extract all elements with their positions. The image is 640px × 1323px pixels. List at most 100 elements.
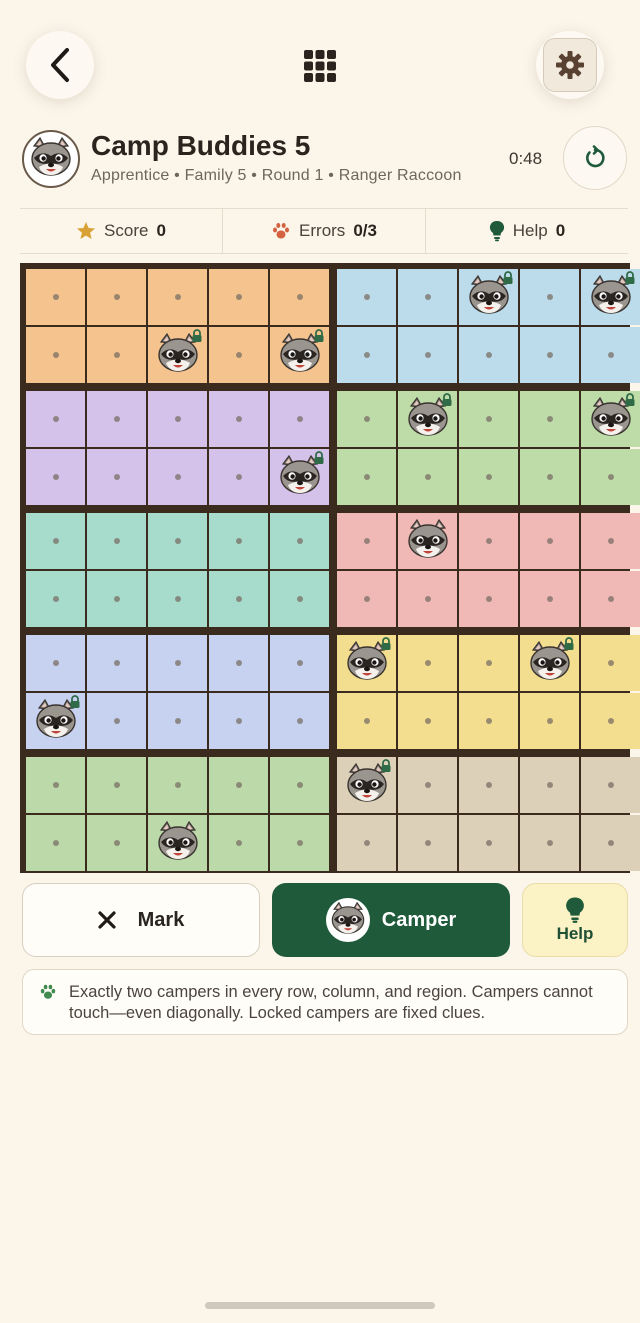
board-cell[interactable] [87, 815, 146, 871]
board-cell[interactable] [209, 635, 268, 691]
settings-button[interactable] [536, 31, 604, 99]
board-cell[interactable] [337, 513, 396, 569]
board-cell[interactable] [337, 693, 396, 749]
board-cell[interactable] [520, 449, 579, 505]
board-cell[interactable] [398, 513, 457, 569]
board-cell[interactable] [337, 757, 396, 813]
board-cell[interactable] [26, 635, 85, 691]
board-cell[interactable] [148, 391, 207, 447]
board-cell[interactable] [520, 815, 579, 871]
board-cell[interactable] [459, 513, 518, 569]
board-cell[interactable] [581, 635, 640, 691]
board-cell[interactable] [209, 815, 268, 871]
board-cell[interactable] [337, 391, 396, 447]
board-cell[interactable] [87, 327, 146, 383]
board-cell[interactable] [459, 449, 518, 505]
board-cell[interactable] [581, 757, 640, 813]
board-cell[interactable] [26, 513, 85, 569]
board-cell[interactable] [87, 571, 146, 627]
board-cell[interactable] [270, 635, 329, 691]
board-cell[interactable] [270, 327, 329, 383]
board-cell[interactable] [148, 327, 207, 383]
board-cell[interactable] [26, 269, 85, 325]
board-cell[interactable] [87, 693, 146, 749]
board-cell[interactable] [581, 815, 640, 871]
board-cell[interactable] [87, 513, 146, 569]
board-cell[interactable] [148, 571, 207, 627]
board-cell[interactable] [270, 513, 329, 569]
board-cell[interactable] [270, 693, 329, 749]
board-cell[interactable] [87, 635, 146, 691]
board-cell[interactable] [398, 757, 457, 813]
board-cell[interactable] [520, 635, 579, 691]
menu-grid-button[interactable] [300, 46, 340, 86]
board-cell[interactable] [209, 449, 268, 505]
board-cell[interactable] [337, 449, 396, 505]
board-cell[interactable] [270, 269, 329, 325]
board-cell[interactable] [520, 693, 579, 749]
back-button[interactable] [26, 31, 94, 99]
board-cell[interactable] [337, 269, 396, 325]
board-cell[interactable] [270, 757, 329, 813]
mark-button[interactable]: Mark [22, 883, 260, 957]
board-cell[interactable] [270, 391, 329, 447]
board-cell[interactable] [209, 391, 268, 447]
board-cell[interactable] [398, 635, 457, 691]
board-cell[interactable] [581, 571, 640, 627]
board-cell[interactable] [581, 391, 640, 447]
board-cell[interactable] [26, 391, 85, 447]
board-cell[interactable] [26, 449, 85, 505]
board-cell[interactable] [148, 269, 207, 325]
board-cell[interactable] [520, 571, 579, 627]
board-cell[interactable] [87, 449, 146, 505]
board-cell[interactable] [520, 757, 579, 813]
board-cell[interactable] [209, 269, 268, 325]
board-cell[interactable] [270, 815, 329, 871]
board-cell[interactable] [26, 571, 85, 627]
board-cell[interactable] [398, 571, 457, 627]
board-cell[interactable] [26, 757, 85, 813]
board-cell[interactable] [459, 571, 518, 627]
board-cell[interactable] [87, 391, 146, 447]
board-cell[interactable] [337, 815, 396, 871]
board-cell[interactable] [337, 327, 396, 383]
board-cell[interactable] [26, 815, 85, 871]
board-cell[interactable] [148, 635, 207, 691]
board-cell[interactable] [148, 693, 207, 749]
board-cell[interactable] [459, 693, 518, 749]
board-cell[interactable] [459, 757, 518, 813]
board-cell[interactable] [87, 757, 146, 813]
board-cell[interactable] [398, 327, 457, 383]
board-cell[interactable] [148, 757, 207, 813]
board-cell[interactable] [581, 269, 640, 325]
camper-button[interactable]: Camper [272, 883, 510, 957]
board-cell[interactable] [581, 513, 640, 569]
help-button[interactable]: Help [522, 883, 628, 957]
board-cell[interactable] [520, 391, 579, 447]
board-cell[interactable] [87, 269, 146, 325]
board-cell[interactable] [459, 269, 518, 325]
board-cell[interactable] [581, 327, 640, 383]
board-cell[interactable] [581, 693, 640, 749]
board-cell[interactable] [270, 449, 329, 505]
board-cell[interactable] [459, 635, 518, 691]
board-cell[interactable] [209, 513, 268, 569]
board-cell[interactable] [209, 327, 268, 383]
board-cell[interactable] [520, 513, 579, 569]
board-cell[interactable] [26, 693, 85, 749]
board-cell[interactable] [459, 391, 518, 447]
board-cell[interactable] [148, 815, 207, 871]
board-cell[interactable] [26, 327, 85, 383]
board-cell[interactable] [148, 513, 207, 569]
board-cell[interactable] [459, 815, 518, 871]
board-cell[interactable] [520, 269, 579, 325]
board-cell[interactable] [209, 757, 268, 813]
board-cell[interactable] [398, 391, 457, 447]
board-cell[interactable] [209, 693, 268, 749]
board-cell[interactable] [148, 449, 207, 505]
board-cell[interactable] [581, 449, 640, 505]
board-cell[interactable] [459, 327, 518, 383]
board-cell[interactable] [209, 571, 268, 627]
board-cell[interactable] [398, 449, 457, 505]
board-cell[interactable] [337, 571, 396, 627]
